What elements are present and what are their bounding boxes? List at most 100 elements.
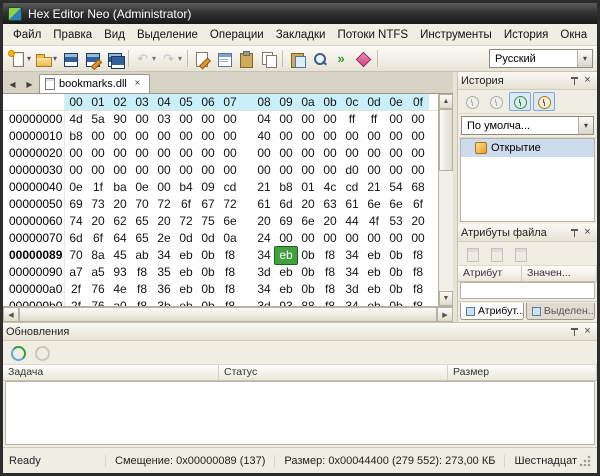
save-file-as-button[interactable] xyxy=(81,48,103,70)
hex-byte[interactable]: 00 xyxy=(297,145,319,162)
hex-byte[interactable]: 6e xyxy=(385,196,407,213)
hex-byte[interactable]: 69 xyxy=(65,196,87,213)
hex-byte[interactable]: 00 xyxy=(385,128,407,145)
history-settings-button[interactable] xyxy=(533,92,555,111)
hex-byte[interactable]: 00 xyxy=(319,128,341,145)
hex-byte[interactable]: 00 xyxy=(153,162,175,179)
hex-byte[interactable]: 00 xyxy=(253,145,275,162)
hex-byte[interactable]: 00 xyxy=(253,162,275,179)
hex-byte[interactable]: 00 xyxy=(197,145,219,162)
hex-byte[interactable]: 6e xyxy=(297,213,319,230)
paste-special-button[interactable] xyxy=(286,48,308,70)
close-icon[interactable]: × xyxy=(581,325,594,338)
scroll-left-icon[interactable]: ◀ xyxy=(3,307,19,322)
hex-byte[interactable]: 00 xyxy=(109,145,131,162)
hex-byte[interactable]: 44 xyxy=(341,213,363,230)
hex-byte[interactable]: 72 xyxy=(153,196,175,213)
hex-byte[interactable]: 36 xyxy=(153,281,175,298)
hex-byte[interactable]: 70 xyxy=(131,196,153,213)
hex-byte[interactable]: cd xyxy=(219,179,241,196)
hex-byte[interactable]: 6d xyxy=(65,230,87,247)
hex-byte[interactable]: 53 xyxy=(385,213,407,230)
close-icon[interactable]: × xyxy=(581,74,594,87)
hex-byte[interactable]: 72 xyxy=(175,213,197,230)
tab-bookmarks-dll[interactable]: bookmarks.dll × xyxy=(39,74,150,93)
hex-byte[interactable]: 2f xyxy=(65,298,87,306)
edit-document-button[interactable] xyxy=(191,48,213,70)
hex-byte[interactable]: f8 xyxy=(319,281,341,298)
hex-byte[interactable]: 04 xyxy=(253,111,275,128)
hex-byte[interactable]: 00 xyxy=(219,111,241,128)
pin-icon[interactable] xyxy=(569,227,581,239)
hex-byte[interactable]: 74 xyxy=(65,213,87,230)
attributes-bottom-tab[interactable]: Выделен... xyxy=(526,303,595,320)
column-header[interactable]: Атрибут xyxy=(458,266,522,281)
hex-byte[interactable]: 0d xyxy=(175,230,197,247)
hex-byte[interactable]: eb xyxy=(363,247,385,264)
hex-byte[interactable]: ff xyxy=(341,111,363,128)
hex-byte[interactable]: 00 xyxy=(297,230,319,247)
hex-byte[interactable]: 00 xyxy=(175,111,197,128)
goto-offset-button[interactable]: » xyxy=(330,48,352,70)
hex-byte[interactable]: 00 xyxy=(407,162,429,179)
hex-byte[interactable]: 00 xyxy=(363,128,385,145)
hex-byte[interactable]: 00 xyxy=(319,230,341,247)
menu-item[interactable]: Выделение xyxy=(131,26,204,44)
hex-byte[interactable]: 00 xyxy=(153,179,175,196)
hex-byte[interactable]: 00 xyxy=(297,111,319,128)
hex-byte[interactable]: f8 xyxy=(131,298,153,306)
hex-byte[interactable]: a0 xyxy=(109,298,131,306)
menu-item[interactable]: История xyxy=(498,26,555,44)
hex-byte[interactable]: 4f xyxy=(363,213,385,230)
save-all-button[interactable] xyxy=(103,48,125,70)
scroll-right-icon[interactable]: ▶ xyxy=(437,307,453,322)
pin-icon[interactable] xyxy=(569,326,581,338)
hex-byte[interactable]: 01 xyxy=(297,179,319,196)
hex-byte[interactable]: 00 xyxy=(385,162,407,179)
hex-byte[interactable]: 20 xyxy=(153,213,175,230)
hex-byte[interactable]: 6f xyxy=(175,196,197,213)
hex-byte[interactable]: 00 xyxy=(407,111,429,128)
hex-byte[interactable]: f8 xyxy=(219,298,241,306)
hex-byte[interactable]: 88 xyxy=(297,298,319,306)
hex-byte[interactable]: 6f xyxy=(407,196,429,213)
hex-byte[interactable]: 4e xyxy=(109,281,131,298)
hex-byte[interactable]: 0d xyxy=(197,230,219,247)
hex-byte[interactable]: 0b xyxy=(197,264,219,281)
hex-byte[interactable]: 00 xyxy=(275,230,297,247)
hex-byte[interactable]: 00 xyxy=(219,162,241,179)
hex-byte[interactable]: 0a xyxy=(219,230,241,247)
hex-byte[interactable]: 00 xyxy=(109,128,131,145)
hex-byte[interactable]: 00 xyxy=(175,145,197,162)
hex-byte[interactable]: 6d xyxy=(275,196,297,213)
hex-byte[interactable]: 0e xyxy=(65,179,87,196)
hex-byte[interactable]: ab xyxy=(131,247,153,264)
hex-byte[interactable]: 03 xyxy=(153,111,175,128)
hex-byte[interactable]: 68 xyxy=(407,179,429,196)
hex-byte[interactable]: 3d xyxy=(253,298,275,306)
hex-byte[interactable]: 72 xyxy=(219,196,241,213)
menu-item[interactable]: Вид xyxy=(98,26,131,44)
hex-byte[interactable]: 3b xyxy=(153,298,175,306)
hex-byte[interactable]: 00 xyxy=(65,162,87,179)
hex-byte[interactable]: 00 xyxy=(385,145,407,162)
hex-byte[interactable]: eb xyxy=(175,247,197,264)
hex-byte[interactable]: 93 xyxy=(275,298,297,306)
hex-byte[interactable]: 00 xyxy=(87,145,109,162)
hex-byte[interactable]: 70 xyxy=(65,247,87,264)
hex-byte[interactable]: 00 xyxy=(131,128,153,145)
attributes-bottom-tab[interactable]: Атрибут... xyxy=(460,303,524,320)
hex-byte[interactable]: f8 xyxy=(219,264,241,281)
hex-byte[interactable]: eb xyxy=(363,281,385,298)
hex-byte[interactable]: 93 xyxy=(109,264,131,281)
open-file-button[interactable]: ▾ xyxy=(33,48,59,70)
hex-byte[interactable]: 0b xyxy=(297,247,319,264)
hex-byte[interactable]: 20 xyxy=(109,196,131,213)
history-branches-button[interactable] xyxy=(509,92,531,111)
history-item[interactable]: Открытие xyxy=(461,139,594,157)
hex-byte[interactable]: a7 xyxy=(65,264,87,281)
hex-byte[interactable]: 00 xyxy=(197,128,219,145)
hex-byte[interactable]: 21 xyxy=(363,179,385,196)
hex-byte[interactable]: 34 xyxy=(153,247,175,264)
hex-byte[interactable]: f8 xyxy=(219,281,241,298)
